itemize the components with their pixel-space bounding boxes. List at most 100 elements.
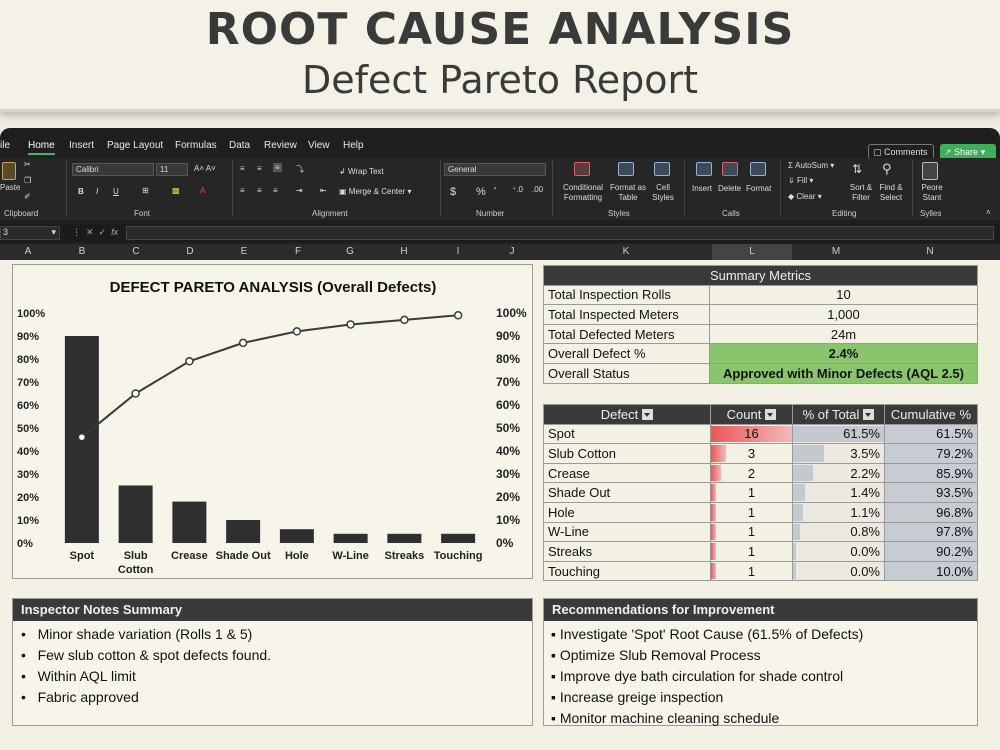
header-defect[interactable]: Defect [543,404,711,425]
align-left-icon[interactable]: ≡ [240,186,245,195]
defect-count-cell[interactable]: 1 [710,521,793,543]
col-header-c[interactable]: C [126,246,146,257]
overall-status-value[interactable]: Approved with Minor Defects (AQL 2.5) [709,362,978,384]
align-center-icon[interactable]: ≡ [257,186,262,195]
defect-count-cell[interactable]: 1 [710,541,793,562]
defect-name-cell[interactable]: Spot [543,423,711,445]
currency-icon[interactable]: $ [450,186,456,198]
filter-dropdown-icon[interactable] [642,408,654,420]
tab-file[interactable]: ile [0,140,10,151]
insert-button[interactable]: Insert [692,184,712,193]
font-color-icon[interactable]: A [200,186,205,195]
header-cumulative[interactable]: Cumulative % [884,404,978,425]
defect-cumulative-cell[interactable]: 90.2% [884,541,978,562]
defect-name-cell[interactable]: Slub Cotton [543,443,711,464]
align-top-icon[interactable]: ≡ [240,164,245,173]
summary-value[interactable]: 1,000 [709,304,978,325]
header-pct[interactable]: % of Total [792,404,885,425]
defect-count-cell[interactable]: 1 [710,560,793,582]
format-as-table-button[interactable]: Format as Table [608,183,648,203]
defect-name-cell[interactable]: Hole [543,501,711,523]
col-header-l[interactable]: L [742,246,762,257]
formula-input[interactable] [126,226,994,240]
collapse-ribbon-icon[interactable]: ˄ [986,208,991,217]
defect-pct-cell[interactable]: 0.0% [792,541,885,562]
wrap-text-button[interactable]: ↲ Wrap Text [339,167,384,176]
conditional-formatting-button[interactable]: Conditional Formatting [558,183,608,203]
col-header-h[interactable]: H [394,246,414,257]
comma-icon[interactable]: ʹ [494,186,496,198]
align-middle-icon[interactable]: ≡ [257,164,262,173]
defect-cumulative-cell[interactable]: 97.8% [884,521,978,543]
styles-extra-icon[interactable] [922,162,938,180]
bold-button[interactable]: B [78,187,84,196]
defect-cumulative-cell[interactable]: 96.8% [884,501,978,523]
sort-filter-icon[interactable]: ⇅ [852,162,862,176]
defect-name-cell[interactable]: Shade Out [543,482,711,503]
tab-help[interactable]: Help [343,140,364,151]
summary-value[interactable]: 10 [709,284,978,306]
summary-label[interactable]: Total Inspection Rolls [543,284,710,306]
defect-cumulative-cell[interactable]: 79.2% [884,443,978,464]
autosum-button[interactable]: Σ AutoSum ▾ [788,161,834,170]
align-right-icon[interactable]: ≡ [273,186,278,195]
paste-icon[interactable] [2,162,16,180]
col-header-f[interactable]: F [288,246,308,257]
col-header-i[interactable]: I [448,246,468,257]
header-count[interactable]: Count [710,404,793,425]
fill-button[interactable]: ⇓ Fill ▾ [788,176,813,185]
format-as-table-icon[interactable] [618,162,634,176]
col-header-n[interactable]: N [920,246,940,257]
defect-pct-cell[interactable]: 1.4% [792,482,885,503]
name-box[interactable]: 3 ▾ [0,226,60,240]
defect-name-cell[interactable]: Touching [543,560,711,582]
defect-count-cell[interactable]: 1 [710,501,793,523]
borders-icon[interactable]: ⊞ [142,186,149,195]
delete-button[interactable]: Delete [718,184,741,193]
insert-cells-icon[interactable] [696,162,712,176]
col-header-d[interactable]: D [180,246,200,257]
merge-center-button[interactable]: ▣ Merge & Center ▾ [339,187,412,196]
tab-review[interactable]: Review [264,140,297,151]
summary-value[interactable]: 24m [709,323,978,345]
defect-pct-cell[interactable]: 3.5% [792,443,885,464]
defect-name-cell[interactable]: Streaks [543,541,711,562]
defect-pct-cell[interactable]: 2.2% [792,462,885,484]
tab-data[interactable]: Data [229,140,250,151]
cell-styles-button[interactable]: Cell Styles [648,183,678,203]
defect-cumulative-cell[interactable]: 10.0% [884,560,978,582]
summary-label[interactable]: Total Inspected Meters [543,304,710,325]
filter-dropdown-icon[interactable] [765,408,777,420]
format-button[interactable]: Format [746,184,771,193]
col-header-e[interactable]: E [234,246,254,257]
underline-button[interactable]: U [113,187,119,196]
find-icon[interactable]: ⚲ [882,161,892,177]
defect-pct-cell[interactable]: 61.5% [792,423,885,445]
defect-pct-cell[interactable]: 0.8% [792,521,885,543]
col-header-b[interactable]: B [72,246,92,257]
defect-count-cell[interactable]: 16 [710,423,793,445]
col-header-j[interactable]: J [502,246,522,257]
col-header-a[interactable]: A [18,246,38,257]
font-name-select[interactable]: Calibri [72,163,154,176]
conditional-formatting-icon[interactable] [574,162,590,176]
fx-icon[interactable]: fx [111,227,118,237]
defect-cumulative-cell[interactable]: 61.5% [884,423,978,445]
tab-home[interactable]: Home [28,140,55,155]
defect-name-cell[interactable]: Crease [543,462,711,484]
sort-filter-button[interactable]: Sort & Filter [846,183,876,203]
orientation-icon[interactable]: ⤵ [296,164,304,175]
summary-label[interactable]: Overall Status [543,362,710,384]
defect-count-cell[interactable]: 3 [710,443,793,464]
pareto-chart-panel[interactable]: DEFECT PARETO ANALYSIS (Overall Defects)… [12,264,533,579]
defect-count-cell[interactable]: 1 [710,482,793,503]
overall-defect-value[interactable]: 2.4% [709,343,978,364]
defect-cumulative-cell[interactable]: 85.9% [884,462,978,484]
outdent-icon[interactable]: ⇤ [320,186,327,195]
italic-button[interactable]: I [96,187,98,196]
decrease-decimal-icon[interactable]: .00 [532,185,543,194]
defect-cumulative-cell[interactable]: 93.5% [884,482,978,503]
delete-cells-icon[interactable] [722,162,738,176]
col-header-g[interactable]: G [340,246,360,257]
summary-label[interactable]: Overall Defect % [543,343,710,364]
